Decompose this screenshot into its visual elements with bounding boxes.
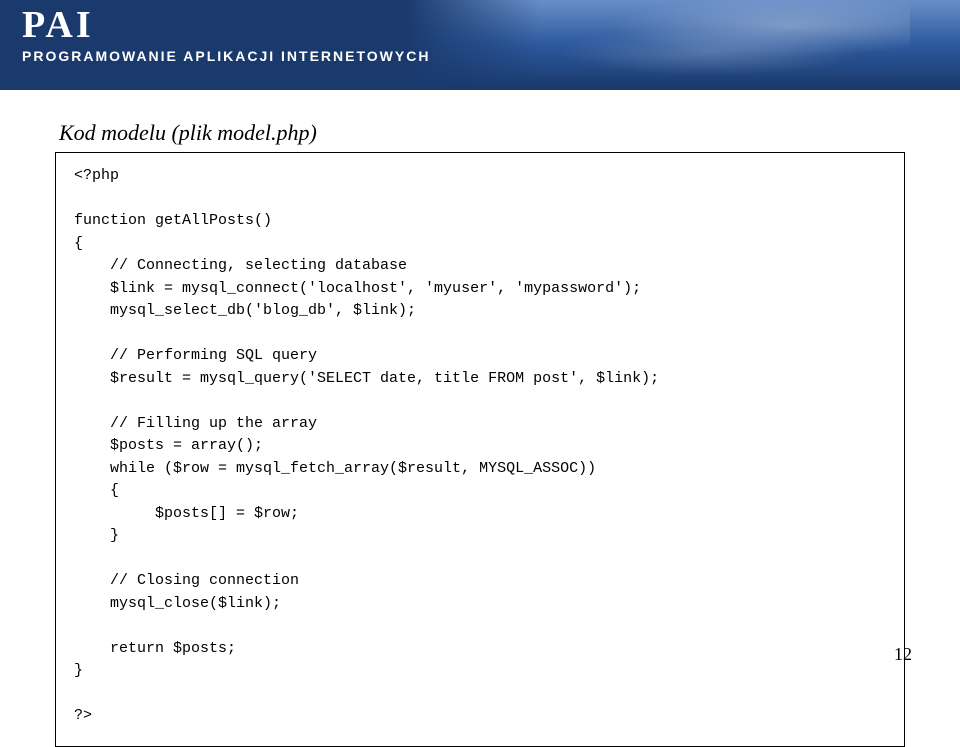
code-line: function getAllPosts() [74,212,272,229]
code-line: return $posts; [74,640,236,657]
section-title: Kod modelu (plik model.php) [59,120,905,146]
header-wave-decoration [510,0,910,87]
code-line: $posts = array(); [74,437,263,454]
code-line: ?> [74,707,92,724]
code-line: { [74,235,83,252]
code-line: while ($row = mysql_fetch_array($result,… [74,460,596,477]
code-line: $posts[] = $row; [74,505,299,522]
code-line: { [74,482,119,499]
slide-content: Kod modelu (plik model.php) <?php functi… [0,90,960,747]
page-number: 12 [894,644,912,665]
slide-header: PAI Programowanie Aplikacji Internetowyc… [0,0,960,90]
logo-title: PAI [22,6,430,44]
code-line: // Closing connection [74,572,299,589]
code-line: // Performing SQL query [74,347,317,364]
code-block: <?php function getAllPosts() { // Connec… [55,152,905,747]
code-line: // Filling up the array [74,415,317,432]
code-line: // Connecting, selecting database [74,257,407,274]
logo-subtitle: Programowanie Aplikacji Internetowych [22,48,430,64]
code-line: <?php [74,167,119,184]
code-line: mysql_close($link); [74,595,281,612]
code-line: $result = mysql_query('SELECT date, titl… [74,370,659,387]
code-line: } [74,527,119,544]
logo-block: PAI Programowanie Aplikacji Internetowyc… [22,6,430,64]
code-line: mysql_select_db('blog_db', $link); [74,302,416,319]
code-line: $link = mysql_connect('localhost', 'myus… [74,280,641,297]
code-line: } [74,662,83,679]
